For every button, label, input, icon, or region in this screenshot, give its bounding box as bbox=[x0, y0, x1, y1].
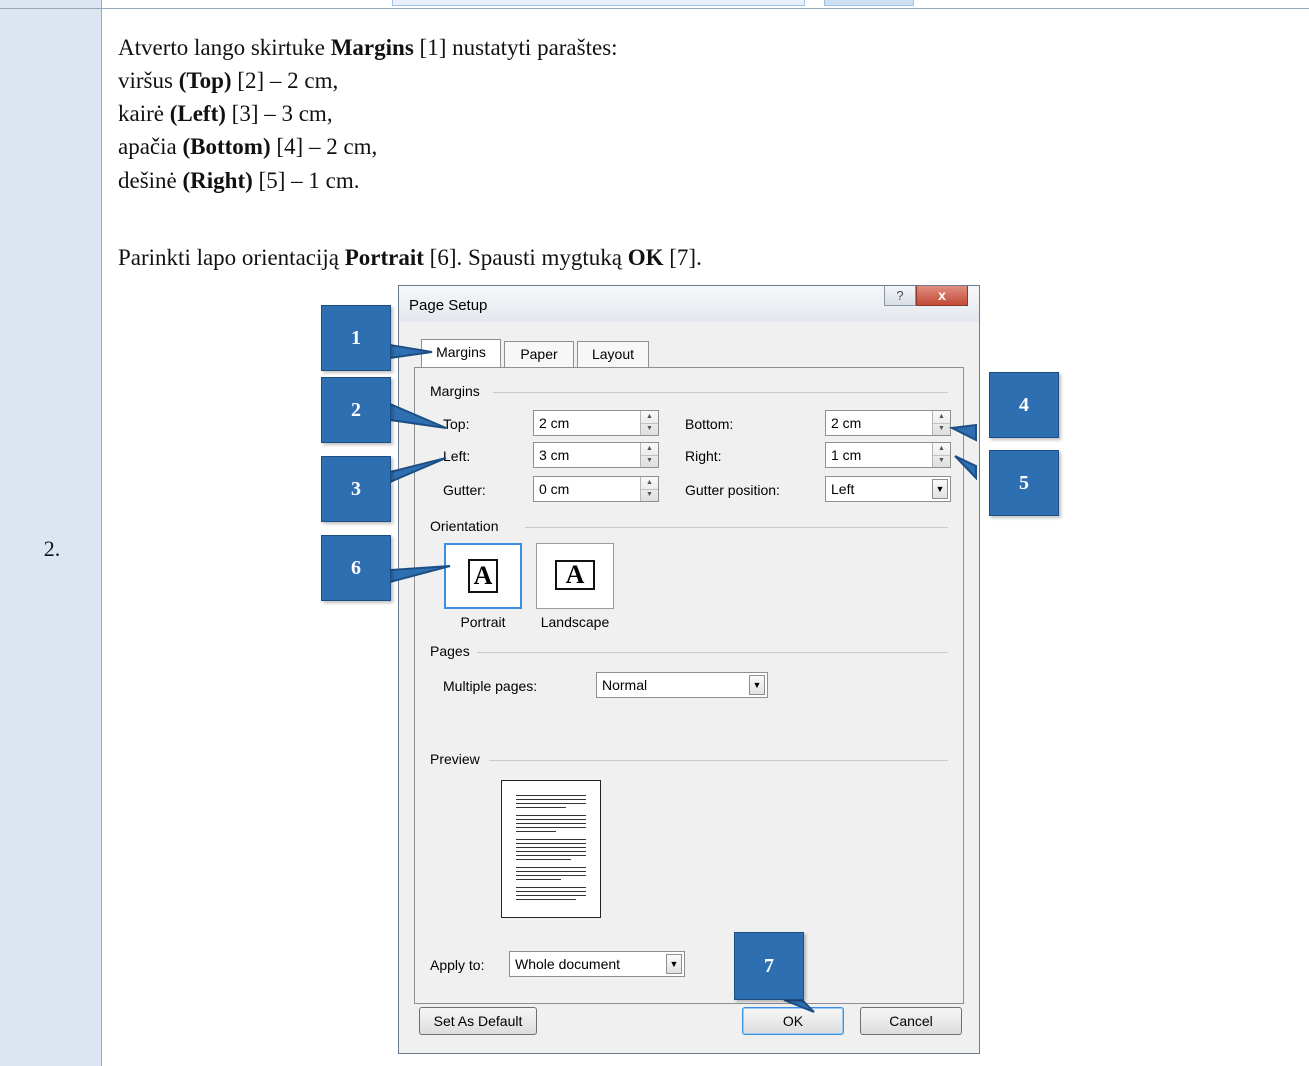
callout-5-pointer bbox=[954, 455, 977, 481]
callout-2-pointer bbox=[389, 402, 447, 429]
callout-1: 1 bbox=[321, 305, 391, 371]
callout-4: 4 bbox=[989, 372, 1059, 438]
callout-1-pointer bbox=[389, 343, 433, 360]
callout-6: 6 bbox=[321, 535, 391, 601]
callout-2: 2 bbox=[321, 377, 391, 443]
callout-3: 3 bbox=[321, 456, 391, 522]
callout-3-pointer bbox=[389, 457, 447, 484]
callout-5: 5 bbox=[989, 450, 1059, 516]
callout-7-pointer bbox=[783, 999, 815, 1013]
callout-pointers bbox=[389, 343, 977, 1013]
callout-6-pointer bbox=[389, 565, 451, 584]
callout-4-pointer bbox=[948, 423, 977, 442]
callout-7: 7 bbox=[734, 932, 804, 1000]
